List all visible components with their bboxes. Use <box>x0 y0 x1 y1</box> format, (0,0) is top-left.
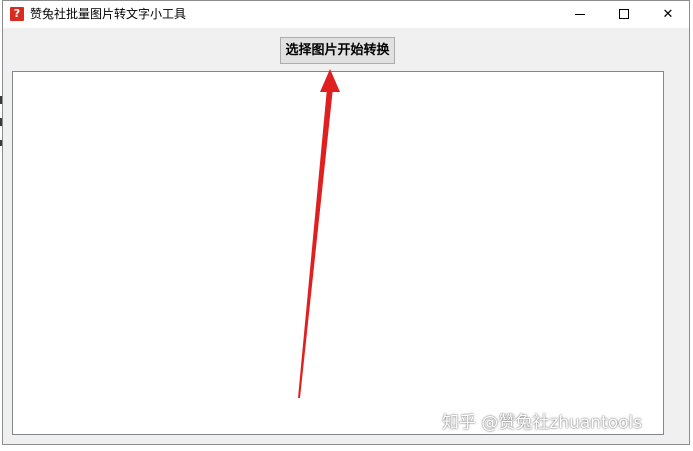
arrow-head <box>320 69 340 92</box>
arrow-shaft <box>298 88 333 398</box>
page: ? 赞兔社批量图片转文字小工具 ✕ 选择图片开始转换 知乎 @赞兔社zhuant… <box>0 0 693 451</box>
watermark-text: 知乎 @赞兔社zhuantools <box>442 413 643 433</box>
annotation-arrow <box>298 69 340 398</box>
